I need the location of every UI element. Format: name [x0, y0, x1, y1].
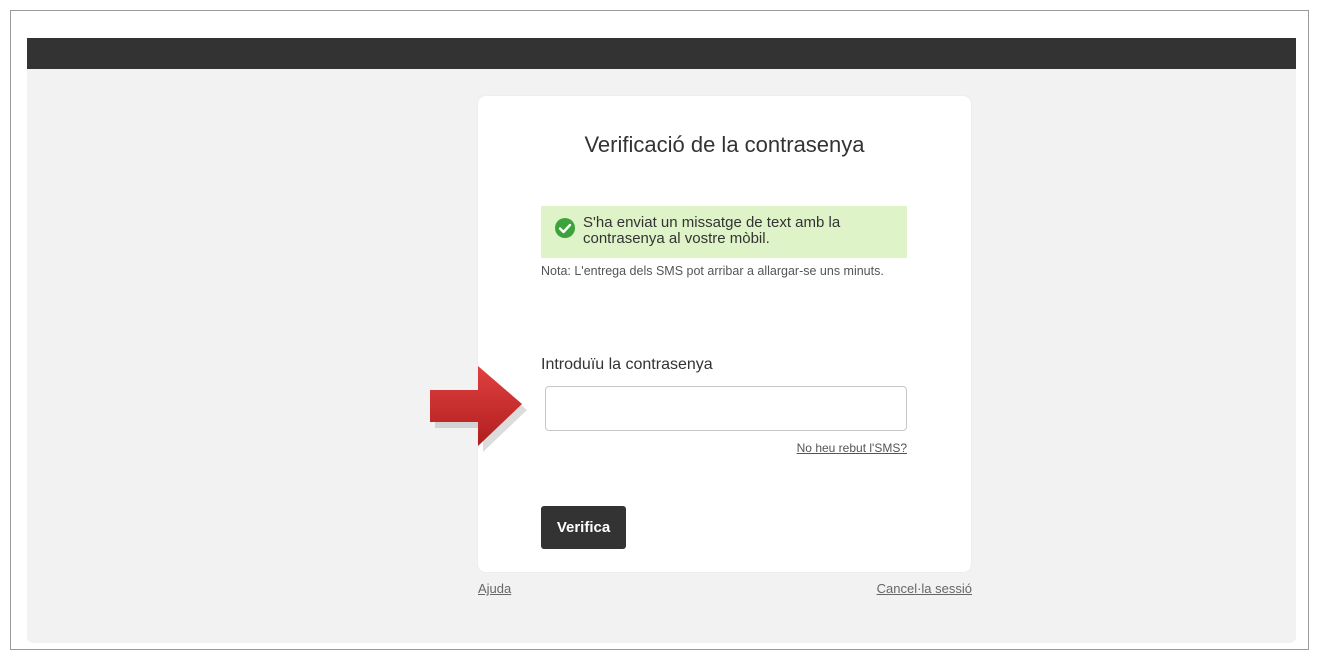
top-navigation-bar	[27, 38, 1296, 69]
verify-button[interactable]: Verifica	[541, 506, 626, 549]
check-circle-icon	[555, 218, 575, 238]
page-title: Verificació de la contrasenya	[584, 132, 865, 157]
password-label: Introduïu la contrasenya	[541, 356, 713, 373]
resend-sms-link[interactable]: No heu rebut l'SMS?	[797, 441, 907, 455]
success-alert: S'ha enviat un missatge de text amb la c…	[541, 206, 907, 258]
verification-card	[478, 96, 971, 572]
cancel-session-link[interactable]: Cancel·la sessió	[877, 581, 972, 596]
sms-delivery-note: Nota: L'entrega dels SMS pot arribar a a…	[541, 264, 884, 278]
red-arrow-right-icon	[430, 366, 527, 452]
help-link[interactable]: Ajuda	[478, 581, 511, 596]
password-input[interactable]	[545, 386, 907, 431]
success-message: S'ha enviat un missatge de text amb la c…	[583, 214, 841, 247]
